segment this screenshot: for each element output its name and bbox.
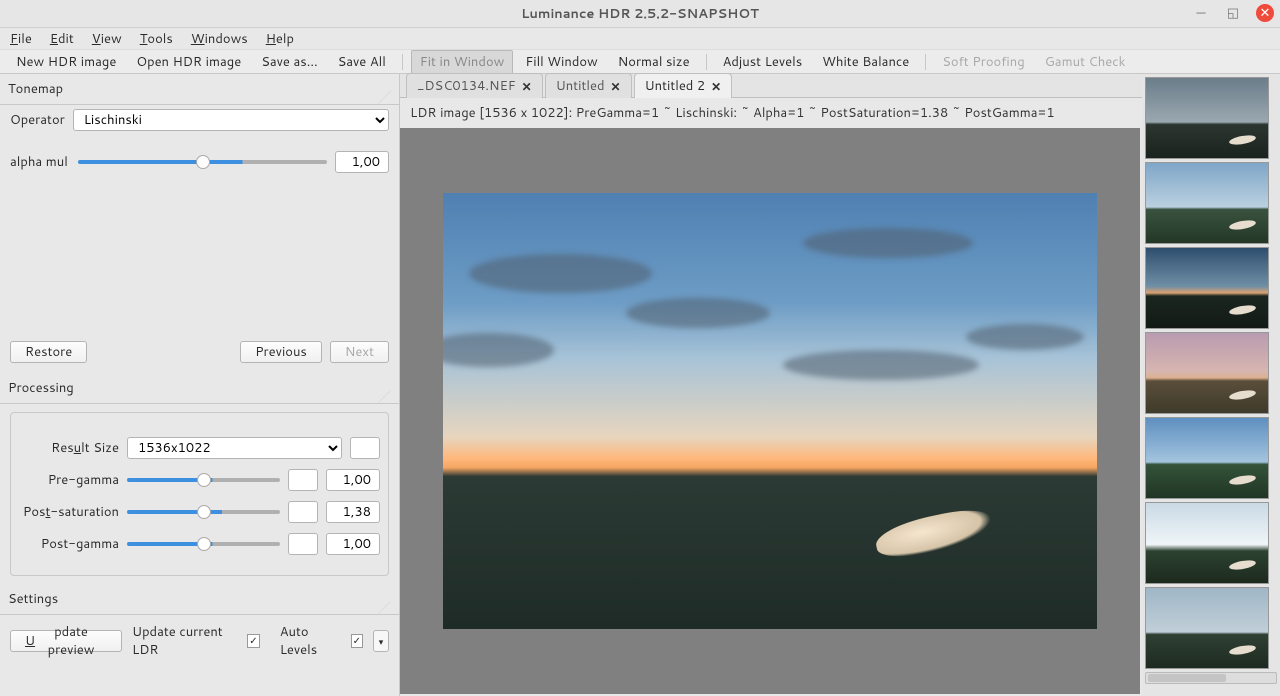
menu-tools[interactable]: Tools bbox=[140, 30, 173, 48]
tool-gamut-check: Gamut Check bbox=[1037, 51, 1134, 73]
processing-group: Result Size 1536x1022 Pre-gamma Post-sat… bbox=[10, 412, 389, 576]
menu-file[interactable]: File bbox=[10, 30, 32, 48]
result-size-select[interactable]: 1536x1022 bbox=[127, 437, 342, 459]
window-title: Luminance HDR 2.5.2-SNAPSHOT bbox=[521, 5, 759, 23]
operator-label: Operator bbox=[10, 111, 65, 129]
image-info: LDR image [1536 x 1022]: PreGamma=1 ~ Li… bbox=[400, 98, 1142, 128]
close-icon[interactable]: ✕ bbox=[611, 78, 621, 95]
processing-header: Processing bbox=[0, 373, 399, 404]
tool-adjust-levels[interactable]: Adjust Levels bbox=[715, 51, 811, 73]
tool-normal-size[interactable]: Normal size bbox=[610, 51, 698, 73]
thumbnail[interactable] bbox=[1145, 502, 1269, 584]
thumbnail[interactable] bbox=[1145, 162, 1269, 244]
menu-help[interactable]: Help bbox=[266, 30, 294, 48]
thumbnail[interactable] bbox=[1145, 247, 1269, 329]
postsat-input[interactable] bbox=[326, 501, 380, 523]
close-icon[interactable]: ✕ bbox=[1256, 4, 1274, 22]
tab-dsc0134[interactable]: _DSC0134.NEF ✕ bbox=[406, 73, 543, 98]
previous-button[interactable]: Previous bbox=[240, 341, 322, 363]
tab-untitled-2[interactable]: Untitled 2 ✕ bbox=[634, 73, 733, 98]
menu-view[interactable]: View bbox=[92, 30, 122, 48]
side-panel: Tonemap Operator Lischinski alpha mul Re… bbox=[0, 74, 400, 696]
tool-new-hdr[interactable]: New HDR image bbox=[8, 51, 124, 73]
tool-open-hdr[interactable]: Open HDR image bbox=[128, 51, 249, 73]
thumb-scrollbar[interactable] bbox=[1145, 672, 1277, 684]
tab-label: Untitled bbox=[556, 77, 605, 95]
close-icon[interactable]: ✕ bbox=[711, 78, 721, 95]
auto-levels-label: Auto Levels bbox=[280, 623, 341, 659]
tool-white-balance[interactable]: White Balance bbox=[814, 51, 917, 73]
pregamma-label: Pre-gamma bbox=[19, 471, 119, 489]
postgamma-label: Post-gamma bbox=[19, 535, 119, 553]
tab-label: Untitled 2 bbox=[645, 77, 706, 95]
document-tabs: _DSC0134.NEF ✕ Untitled ✕ Untitled 2 ✕ bbox=[400, 74, 1142, 98]
minimize-icon[interactable]: ─ bbox=[1192, 4, 1210, 22]
menu-bar: File Edit View Tools Windows Help bbox=[0, 28, 1280, 50]
pregamma-reset[interactable] bbox=[288, 469, 318, 491]
tool-fit-window[interactable]: Fit in Window bbox=[411, 50, 514, 74]
toolbar-separator bbox=[402, 54, 403, 70]
menu-windows[interactable]: Windows bbox=[191, 30, 248, 48]
canvas[interactable] bbox=[400, 128, 1140, 694]
close-icon[interactable]: ✕ bbox=[522, 78, 532, 95]
result-size-button[interactable] bbox=[350, 437, 380, 459]
settings-header: Settings bbox=[0, 584, 399, 615]
title-bar: Luminance HDR 2.5.2-SNAPSHOT ─ ◱ ✕ bbox=[0, 0, 1280, 28]
tonemap-header: Tonemap bbox=[0, 74, 399, 105]
postgamma-slider[interactable] bbox=[127, 542, 280, 546]
pregamma-slider[interactable] bbox=[127, 478, 280, 482]
result-size-label: Result Size bbox=[19, 439, 119, 457]
tool-save-all[interactable]: Save All bbox=[330, 51, 394, 73]
thumbnail[interactable] bbox=[1145, 587, 1269, 669]
thumbnail[interactable] bbox=[1145, 77, 1269, 159]
tab-label: _DSC0134.NEF bbox=[417, 77, 516, 95]
thumbnail[interactable] bbox=[1145, 417, 1269, 499]
toolbar: New HDR image Open HDR image Save as... … bbox=[0, 50, 1280, 74]
thumbnail[interactable] bbox=[1145, 332, 1269, 414]
update-ldr-label: Update current LDR bbox=[132, 623, 237, 659]
maximize-icon[interactable]: ◱ bbox=[1224, 4, 1242, 22]
main-area: _DSC0134.NEF ✕ Untitled ✕ Untitled 2 ✕ L… bbox=[400, 74, 1142, 696]
restore-button[interactable]: Restore bbox=[10, 341, 87, 363]
toolbar-separator bbox=[925, 54, 926, 70]
preview-image bbox=[443, 193, 1097, 629]
auto-levels-checkbox[interactable]: ✓ bbox=[351, 634, 363, 648]
tool-fill-window[interactable]: Fill Window bbox=[517, 51, 605, 73]
postsat-label: Post-saturation bbox=[19, 503, 119, 521]
auto-levels-menu[interactable]: ▾ bbox=[373, 630, 389, 652]
tool-save-as[interactable]: Save as... bbox=[253, 51, 325, 73]
postsat-reset[interactable] bbox=[288, 501, 318, 523]
menu-edit[interactable]: Edit bbox=[50, 30, 74, 48]
postgamma-reset[interactable] bbox=[288, 533, 318, 555]
tab-untitled[interactable]: Untitled ✕ bbox=[545, 73, 632, 98]
alpha-label: alpha mul bbox=[10, 153, 70, 171]
alpha-slider[interactable] bbox=[78, 160, 327, 164]
toolbar-separator bbox=[706, 54, 707, 70]
pregamma-input[interactable] bbox=[326, 469, 380, 491]
next-button: Next bbox=[330, 341, 389, 363]
postsat-slider[interactable] bbox=[127, 510, 280, 514]
update-ldr-checkbox[interactable]: ✓ bbox=[247, 634, 259, 648]
thumbnail-panel bbox=[1142, 74, 1280, 696]
operator-select[interactable]: Lischinski bbox=[73, 109, 389, 131]
update-preview-button[interactable]: Update preview bbox=[10, 630, 122, 652]
postgamma-input[interactable] bbox=[326, 533, 380, 555]
alpha-input[interactable] bbox=[335, 151, 389, 173]
tool-soft-proofing: Soft Proofing bbox=[934, 51, 1032, 73]
